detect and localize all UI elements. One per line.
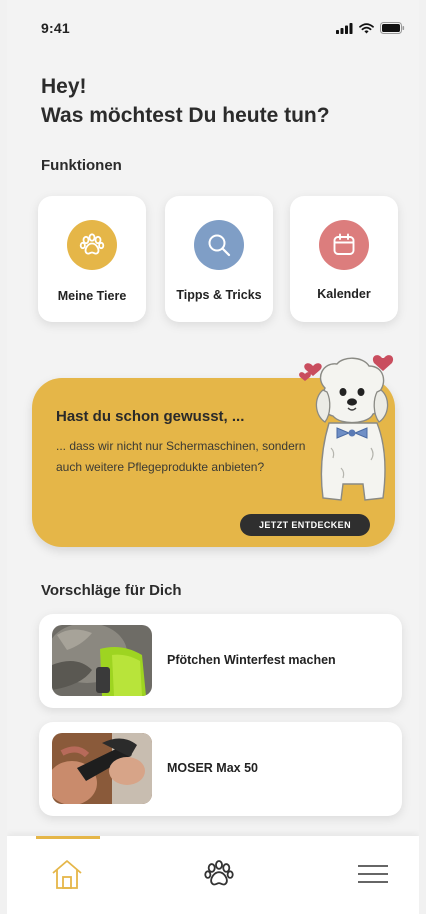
function-circle bbox=[67, 220, 117, 270]
function-card-meine-tiere[interactable]: Meine Tiere bbox=[38, 196, 146, 322]
battery-icon bbox=[380, 22, 405, 34]
wifi-icon bbox=[359, 22, 374, 33]
function-label: Tipps & Tricks bbox=[176, 288, 262, 302]
suggestion-label: Pfötchen Winterfest machen bbox=[167, 653, 336, 667]
suggestion-card[interactable]: Pfötchen Winterfest machen bbox=[39, 614, 402, 708]
active-tab-indicator bbox=[36, 836, 100, 839]
function-circle bbox=[319, 220, 369, 270]
app-screen: 9:41 Hey! Was möchtest Du heute tun? Fun… bbox=[7, 0, 419, 914]
function-card-tipps-tricks[interactable]: Tipps & Tricks bbox=[165, 196, 273, 322]
tab-bar bbox=[7, 836, 419, 914]
home-icon bbox=[52, 860, 82, 889]
banner-text: ... dass wir nicht nur Schermaschinen, s… bbox=[56, 439, 306, 474]
discover-button[interactable]: JETZT ENTDECKEN bbox=[240, 514, 370, 536]
status-bar: 9:41 bbox=[7, 0, 419, 56]
search-icon bbox=[208, 234, 231, 257]
heart-icon bbox=[299, 372, 311, 381]
dog-illustration bbox=[299, 355, 394, 501]
tab-menu[interactable] bbox=[353, 854, 393, 894]
paw-icon bbox=[204, 860, 234, 886]
functions-title: Funktionen bbox=[41, 157, 122, 174]
suggestion-card[interactable]: MOSER Max 50 bbox=[39, 722, 402, 816]
suggestion-label: MOSER Max 50 bbox=[167, 761, 259, 775]
greeting: Hey! Was möchtest Du heute tun? bbox=[41, 72, 330, 130]
suggestions-title: Vorschläge für Dich bbox=[41, 582, 182, 599]
status-icons bbox=[336, 22, 405, 34]
function-card-kalender[interactable]: Kalender bbox=[290, 196, 398, 322]
paw-icon bbox=[79, 233, 105, 255]
menu-icon bbox=[358, 865, 388, 883]
suggestion-thumbnail bbox=[52, 625, 152, 696]
calendar-icon bbox=[333, 233, 355, 255]
function-circle bbox=[194, 220, 244, 270]
tab-pets[interactable] bbox=[199, 854, 239, 894]
function-label: Meine Tiere bbox=[57, 289, 127, 303]
status-time: 9:41 bbox=[41, 20, 70, 36]
banner-title: Hast du schon gewusst, ... bbox=[56, 408, 245, 425]
function-label: Kalender bbox=[317, 287, 371, 301]
greeting-question: Was möchtest Du heute tun? bbox=[41, 104, 330, 127]
suggestion-thumbnail bbox=[52, 733, 152, 804]
greeting-hey: Hey! bbox=[41, 75, 87, 98]
signal-icon bbox=[336, 22, 353, 34]
tab-home[interactable] bbox=[47, 854, 87, 894]
